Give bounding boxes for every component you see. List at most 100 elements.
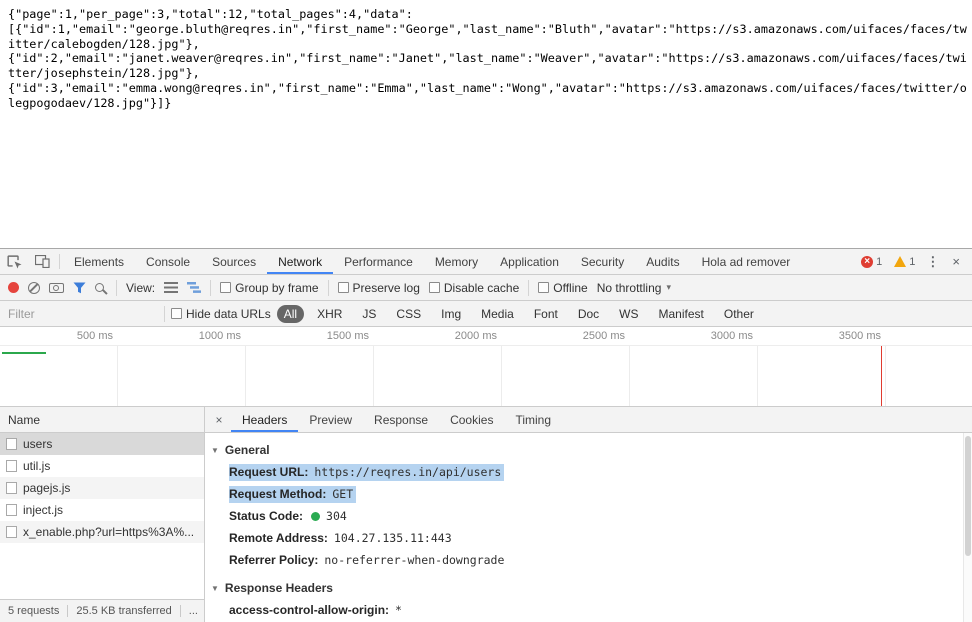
response-body-line: legpogodaev/128.jpg"}]}	[8, 95, 172, 110]
request-row-users[interactable]: users	[0, 433, 204, 455]
disable-cache-label: Disable cache	[443, 280, 520, 295]
file-icon	[6, 504, 17, 516]
request-name: inject.js	[23, 503, 64, 517]
disable-cache-checkbox[interactable]: Disable cache	[428, 280, 520, 295]
warning-badge-icon[interactable]	[894, 256, 907, 267]
tab-elements[interactable]: Elements	[63, 249, 135, 274]
request-row-utiljs[interactable]: util.js	[0, 455, 204, 477]
timeline-tick: 3000 ms	[710, 330, 753, 342]
collapse-icon: ▼	[211, 445, 219, 455]
checkbox-icon	[538, 282, 550, 293]
show-overview-icon[interactable]	[187, 282, 202, 293]
throttling-dropdown[interactable]: No throttling ▾	[597, 281, 671, 295]
timeline-gridline	[245, 346, 246, 406]
timeline-tick: 3500 ms	[838, 330, 881, 342]
timeline-label-strip: 500 ms 1000 ms 1500 ms 2000 ms 2500 ms 3…	[0, 327, 972, 346]
scrollbar-thumb[interactable]	[965, 436, 971, 556]
hide-data-urls-checkbox[interactable]: Hide data URLs	[171, 307, 271, 321]
network-toolbar: View: Group by frame Preserve log Disabl…	[0, 275, 972, 301]
devtools-menu-icon[interactable]: ⋮	[919, 254, 946, 270]
filter-input[interactable]	[8, 306, 158, 321]
devtools-panel: Elements Console Sources Network Perform…	[0, 248, 972, 622]
details-tabbar: × Headers Preview Response Cookies Timin…	[205, 407, 972, 433]
type-filter-js[interactable]: JS	[355, 305, 383, 323]
response-body-line: tter/josephstein/128.jpg"},	[8, 66, 200, 81]
details-tab-preview[interactable]: Preview	[298, 407, 363, 432]
type-filter-all[interactable]: All	[276, 304, 305, 323]
requests-list: users util.js pagejs.js inject.js x_enab…	[0, 433, 204, 599]
request-row-xenable[interactable]: x_enable.php?url=https%3A%...	[0, 521, 204, 543]
warning-count: 1	[909, 255, 916, 268]
network-content: Name users util.js pagejs.js inject.js x…	[0, 407, 972, 622]
requests-pane: Name users util.js pagejs.js inject.js x…	[0, 407, 205, 622]
device-toolbar-icon[interactable]	[28, 249, 56, 274]
type-filter-manifest[interactable]: Manifest	[652, 305, 711, 323]
request-name: x_enable.php?url=https%3A%...	[23, 525, 195, 539]
type-filter-ws[interactable]: WS	[612, 305, 645, 323]
clear-icon[interactable]	[28, 281, 40, 294]
large-rows-view-icon[interactable]	[164, 282, 179, 293]
details-close-icon[interactable]: ×	[207, 407, 231, 432]
error-count: 1	[876, 255, 883, 268]
divider	[67, 605, 69, 617]
devtools-close-icon[interactable]: ×	[946, 254, 966, 269]
error-badge-icon[interactable]	[861, 255, 874, 268]
timeline-tick: 1000 ms	[198, 330, 241, 342]
details-scrollbar[interactable]	[963, 433, 972, 622]
response-headers-section-header[interactable]: ▼ Response Headers	[211, 577, 958, 599]
group-by-frame-label: Group by frame	[235, 280, 319, 295]
inspect-element-icon[interactable]	[0, 249, 28, 274]
transfer-activity-line	[2, 352, 46, 354]
timeline-gridline	[757, 346, 758, 406]
request-url-value: https://reqres.in/api/users	[314, 464, 502, 479]
file-icon	[6, 482, 17, 494]
request-name: pagejs.js	[23, 481, 71, 495]
tab-performance[interactable]: Performance	[333, 249, 424, 274]
timeline-gridline	[501, 346, 502, 406]
tab-memory[interactable]: Memory	[424, 249, 489, 274]
checkbox-icon	[337, 282, 349, 293]
tab-hola-ad-remover[interactable]: Hola ad remover	[691, 249, 802, 274]
details-tab-cookies[interactable]: Cookies	[439, 407, 504, 432]
type-filter-media[interactable]: Media	[474, 305, 521, 323]
header-line-request-url: Request URL: https://reqres.in/api/users	[211, 461, 958, 483]
type-filter-other[interactable]: Other	[717, 305, 761, 323]
tab-security[interactable]: Security	[570, 249, 635, 274]
offline-checkbox[interactable]: Offline	[538, 281, 588, 295]
status-green-dot-icon	[311, 511, 321, 521]
details-tab-headers[interactable]: Headers	[231, 407, 299, 432]
type-filter-css[interactable]: CSS	[389, 305, 428, 323]
type-filter-img[interactable]: Img	[434, 305, 468, 323]
acao-value: *	[395, 603, 402, 617]
search-icon[interactable]	[95, 283, 104, 292]
type-filter-xhr[interactable]: XHR	[310, 305, 349, 323]
remote-address-value: 104.27.135.11:443	[333, 531, 452, 545]
type-filter-doc[interactable]: Doc	[571, 305, 606, 323]
tab-network[interactable]: Network	[267, 249, 334, 274]
column-header-name[interactable]: Name	[0, 407, 204, 433]
type-filter-font[interactable]: Font	[527, 305, 565, 323]
timeline-tick: 500 ms	[76, 330, 113, 342]
general-section-header[interactable]: ▼ General	[211, 439, 958, 461]
capture-screenshots-icon[interactable]	[49, 282, 64, 293]
record-network-log-icon[interactable]	[8, 282, 19, 293]
preserve-log-checkbox[interactable]: Preserve log	[337, 281, 420, 295]
collapse-icon: ▼	[211, 583, 219, 593]
summary-transferred: 25.5 KB transferred	[76, 605, 172, 617]
response-body-line: {"id":3,"email":"emma.wong@reqres.in","f…	[8, 80, 967, 95]
tab-application[interactable]: Application	[489, 249, 570, 274]
request-row-injectjs[interactable]: inject.js	[0, 499, 204, 521]
browser-viewport: {"page":1,"per_page":3,"total":12,"total…	[0, 0, 972, 622]
tab-console[interactable]: Console	[135, 249, 201, 274]
text-selection: Request Method: GET	[229, 485, 357, 503]
filter-funnel-icon[interactable]	[73, 282, 86, 294]
tab-sources[interactable]: Sources	[201, 249, 267, 274]
details-tab-response[interactable]: Response	[363, 407, 439, 432]
network-overview-timeline[interactable]: 500 ms 1000 ms 1500 ms 2000 ms 2500 ms 3…	[0, 327, 972, 407]
tab-audits[interactable]: Audits	[635, 249, 690, 274]
request-row-pagejsjs[interactable]: pagejs.js	[0, 477, 204, 499]
tabbar-right-controls: 1 1 ⋮ ×	[861, 249, 972, 274]
details-tab-timing[interactable]: Timing	[504, 407, 562, 432]
request-details-pane: × Headers Preview Response Cookies Timin…	[205, 407, 972, 622]
group-by-frame-checkbox[interactable]: Group by frame	[220, 280, 319, 295]
